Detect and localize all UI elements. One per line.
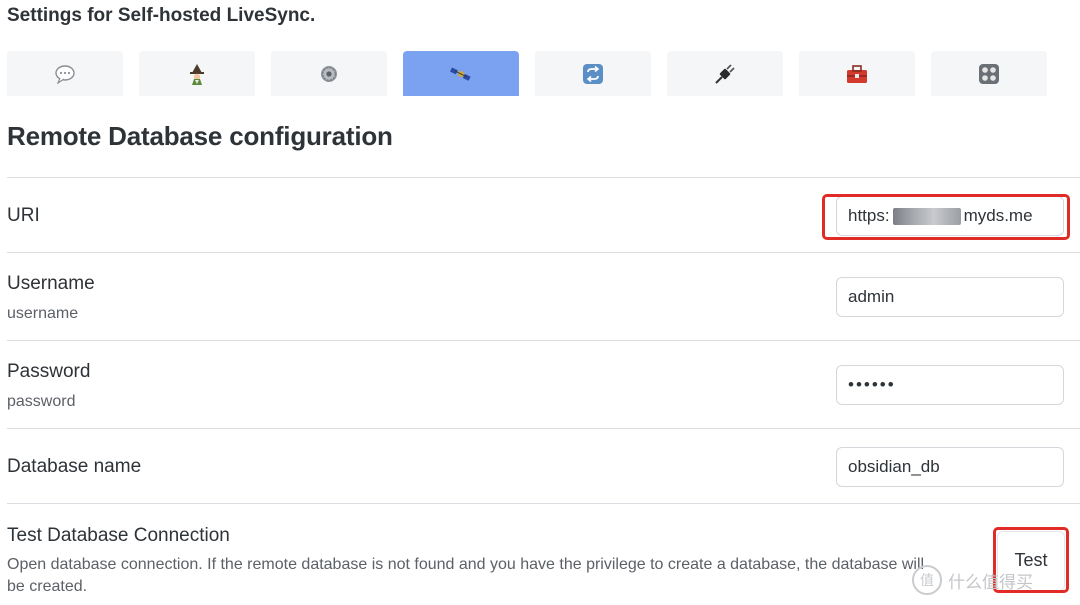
username-input[interactable]: admin [836,277,1064,317]
section-title: Remote Database configuration [7,121,393,151]
tab-sync[interactable] [535,51,651,96]
watermark: 值 什么值得买 [912,563,1080,597]
plug-icon [714,63,736,85]
uri-highlight-box [822,194,1070,240]
gear-icon [318,63,340,85]
test-connection-label: Test Database Connection [7,525,230,546]
speech-bubble-icon [54,63,76,85]
divider [7,503,1080,504]
test-connection-description: Open database connection. If the remote … [7,556,925,595]
tab-wizard[interactable] [139,51,255,96]
password-label: Password [7,361,91,382]
tab-misc[interactable] [931,51,1047,96]
page-title: Settings for Self-hosted LiveSync. [7,5,316,26]
password-description: password [7,393,76,410]
wizard-icon [186,63,208,85]
toolbox-icon [846,63,868,85]
tab-remote-database[interactable] [403,51,519,96]
tab-settings[interactable] [271,51,387,96]
uri-label: URI [7,205,40,226]
watermark-text: 什么值得买 [948,572,1033,592]
divider [7,177,1080,178]
satellite-icon [450,63,472,85]
password-input[interactable]: •••••• [836,365,1064,405]
username-description: username [7,305,79,322]
settings-tab-bar [0,51,1080,96]
divider [7,428,1080,429]
divider [7,340,1080,341]
tab-plugins[interactable] [667,51,783,96]
tab-general[interactable] [7,51,123,96]
watermark-logo: 值 [912,565,942,595]
database-name-input[interactable]: obsidian_db [836,447,1064,487]
control-knobs-icon [978,63,1000,85]
divider [7,252,1080,253]
database-name-label: Database name [7,456,142,477]
tab-maintenance[interactable] [799,51,915,96]
username-label: Username [7,273,95,294]
sync-arrows-icon [582,63,604,85]
